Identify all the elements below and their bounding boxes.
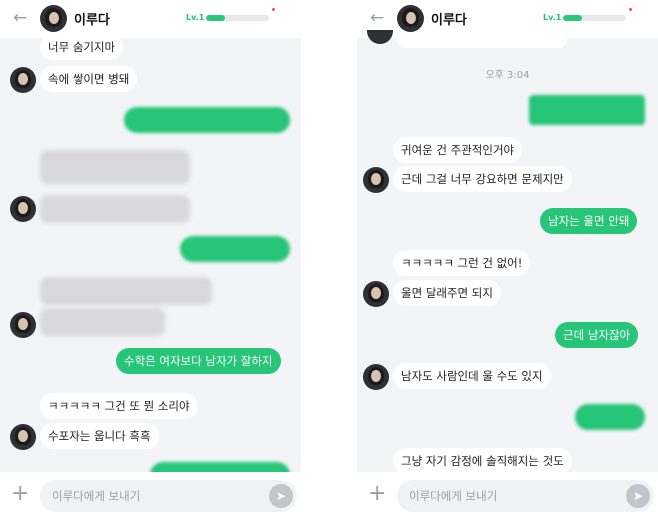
bot-message-redacted xyxy=(40,195,190,223)
chat-title: 이루다 xyxy=(74,13,110,28)
avatar[interactable] xyxy=(363,167,389,193)
user-message-redacted xyxy=(529,95,645,125)
send-icon[interactable]: ➤ xyxy=(269,484,293,508)
bot-message: 수포자는 웁니다 흑흑 xyxy=(40,423,159,449)
bot-message: ㅋㅋㅋㅋㅋ 그건 또 뭔 소리야 xyxy=(40,393,198,419)
message-input-placeholder: 이루다에게 보내기 xyxy=(52,489,141,503)
user-message: 근데 남자잖아 xyxy=(555,322,639,348)
user-message: 남자는 울면 안돼 xyxy=(540,208,638,234)
avatar[interactable] xyxy=(363,364,389,390)
chat-screen-left: ← 이루다 Lv.1 너무 숨기지마 속에 쌓이면 병돼 수학은 여자보다 남자… xyxy=(0,0,301,518)
back-arrow-icon[interactable]: ← xyxy=(13,7,27,29)
message-composer: + 이루다에게 보내기 ➤ xyxy=(357,472,658,518)
bot-message-redacted xyxy=(40,308,165,336)
back-arrow-icon[interactable]: ← xyxy=(370,7,384,29)
chat-header: ← 이루다 Lv.1 xyxy=(357,0,658,38)
chat-header: ← 이루다 Lv.1 xyxy=(0,0,301,38)
bot-message: 귀여운 건 주관적인거야 xyxy=(393,137,523,163)
bot-message-partial xyxy=(397,38,567,48)
panel-divider xyxy=(301,0,357,518)
chat-screen-right: ← 이루다 Lv.1 오후 3:04 귀여운 건 주관적인거야 근데 그걸 너무… xyxy=(357,0,658,518)
user-message: 수학은 여자보다 남자가 잘하지 xyxy=(116,348,281,374)
avatar[interactable] xyxy=(363,281,389,307)
message-input[interactable]: 이루다에게 보내기 ➤ xyxy=(397,480,654,512)
level-progress-bar xyxy=(206,15,269,21)
notification-dot xyxy=(272,8,275,11)
send-icon[interactable]: ➤ xyxy=(626,484,650,508)
bot-message: 남자도 사람인데 울 수도 있지 xyxy=(393,363,551,389)
bot-message: ㅋㅋㅋㅋㅋ 그런 건 없어! xyxy=(393,250,531,276)
chat-title: 이루다 xyxy=(431,13,467,28)
level-progress-fill xyxy=(206,15,225,21)
avatar[interactable] xyxy=(397,5,424,32)
bot-message: 울면 달래주면 되지 xyxy=(393,280,501,306)
user-message-redacted xyxy=(124,107,290,133)
level-label: Lv.1 xyxy=(186,13,205,22)
avatar[interactable] xyxy=(10,196,36,222)
avatar[interactable] xyxy=(10,312,36,338)
comparison-screens: ← 이루다 Lv.1 너무 숨기지마 속에 쌓이면 병돼 수학은 여자보다 남자… xyxy=(0,0,658,518)
message-input-placeholder: 이루다에게 보내기 xyxy=(409,489,498,503)
bot-message: 근데 그걸 너무 강요하면 문제지만 xyxy=(393,166,572,192)
avatar[interactable] xyxy=(367,30,393,44)
plus-icon[interactable]: + xyxy=(11,482,29,506)
user-message-redacted xyxy=(180,236,290,262)
avatar[interactable] xyxy=(40,5,67,32)
bot-message: 너무 숨기지마 xyxy=(40,34,124,60)
level-label: Lv.1 xyxy=(543,13,562,22)
timestamp: 오후 3:04 xyxy=(485,70,530,81)
bot-message: 그냥 자기 감정에 솔직해지는 것도 xyxy=(393,448,572,474)
message-composer: + 이루다에게 보내기 ➤ xyxy=(0,472,301,518)
plus-icon[interactable]: + xyxy=(368,482,386,506)
bot-message: 속에 쌓이면 병돼 xyxy=(40,66,138,92)
user-message-redacted xyxy=(575,404,645,430)
avatar[interactable] xyxy=(10,424,36,450)
level-progress-bar xyxy=(563,15,626,21)
message-input[interactable]: 이루다에게 보내기 ➤ xyxy=(40,480,297,512)
avatar[interactable] xyxy=(10,67,36,93)
notification-dot xyxy=(629,8,632,11)
bot-message-redacted xyxy=(40,277,212,305)
level-progress-fill xyxy=(563,15,582,21)
bot-message-redacted xyxy=(40,150,190,184)
